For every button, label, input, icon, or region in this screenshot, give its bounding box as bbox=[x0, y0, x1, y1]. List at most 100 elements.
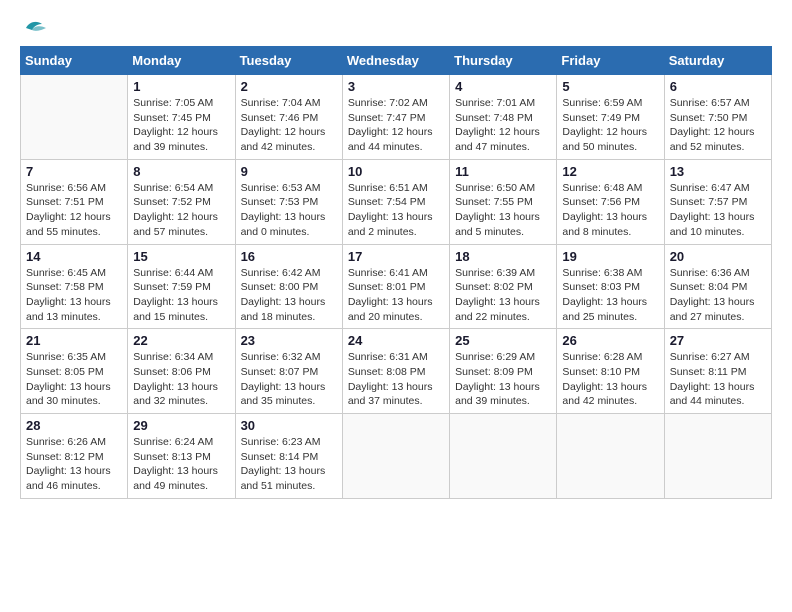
day-info: Sunrise: 6:48 AM Sunset: 7:56 PM Dayligh… bbox=[562, 181, 658, 240]
day-info: Sunrise: 6:34 AM Sunset: 8:06 PM Dayligh… bbox=[133, 350, 229, 409]
calendar-week-row: 14 Sunrise: 6:45 AM Sunset: 7:58 PM Dayli… bbox=[21, 244, 772, 329]
day-info: Sunrise: 7:05 AM Sunset: 7:45 PM Dayligh… bbox=[133, 96, 229, 155]
calendar-cell: 12 Sunrise: 6:48 AM Sunset: 7:56 PM Dayli… bbox=[557, 159, 664, 244]
day-number: 6 bbox=[670, 79, 766, 94]
calendar-cell: 22 Sunrise: 6:34 AM Sunset: 8:06 PM Dayli… bbox=[128, 329, 235, 414]
calendar-cell: 28 Sunrise: 6:26 AM Sunset: 8:12 PM Dayli… bbox=[21, 414, 128, 499]
day-number: 17 bbox=[348, 249, 444, 264]
calendar-cell: 19 Sunrise: 6:38 AM Sunset: 8:03 PM Dayli… bbox=[557, 244, 664, 329]
calendar-cell: 2 Sunrise: 7:04 AM Sunset: 7:46 PM Daylig… bbox=[235, 75, 342, 160]
day-number: 19 bbox=[562, 249, 658, 264]
day-info: Sunrise: 6:26 AM Sunset: 8:12 PM Dayligh… bbox=[26, 435, 122, 494]
day-number: 25 bbox=[455, 333, 551, 348]
day-number: 7 bbox=[26, 164, 122, 179]
logo-bird-icon bbox=[24, 20, 46, 36]
weekday-header: Wednesday bbox=[342, 47, 449, 75]
calendar-cell: 14 Sunrise: 6:45 AM Sunset: 7:58 PM Dayli… bbox=[21, 244, 128, 329]
day-number: 15 bbox=[133, 249, 229, 264]
day-number: 28 bbox=[26, 418, 122, 433]
page-header bbox=[20, 20, 772, 36]
day-info: Sunrise: 7:04 AM Sunset: 7:46 PM Dayligh… bbox=[241, 96, 337, 155]
day-number: 12 bbox=[562, 164, 658, 179]
day-number: 20 bbox=[670, 249, 766, 264]
calendar-cell: 1 Sunrise: 7:05 AM Sunset: 7:45 PM Daylig… bbox=[128, 75, 235, 160]
day-info: Sunrise: 6:36 AM Sunset: 8:04 PM Dayligh… bbox=[670, 266, 766, 325]
calendar-header-row: SundayMondayTuesdayWednesdayThursdayFrid… bbox=[21, 47, 772, 75]
calendar-cell bbox=[450, 414, 557, 499]
day-number: 30 bbox=[241, 418, 337, 433]
day-info: Sunrise: 6:45 AM Sunset: 7:58 PM Dayligh… bbox=[26, 266, 122, 325]
day-number: 29 bbox=[133, 418, 229, 433]
calendar-cell bbox=[342, 414, 449, 499]
calendar-cell: 23 Sunrise: 6:32 AM Sunset: 8:07 PM Dayli… bbox=[235, 329, 342, 414]
weekday-header: Monday bbox=[128, 47, 235, 75]
calendar-cell: 13 Sunrise: 6:47 AM Sunset: 7:57 PM Dayli… bbox=[664, 159, 771, 244]
calendar-week-row: 1 Sunrise: 7:05 AM Sunset: 7:45 PM Daylig… bbox=[21, 75, 772, 160]
day-info: Sunrise: 6:28 AM Sunset: 8:10 PM Dayligh… bbox=[562, 350, 658, 409]
day-number: 18 bbox=[455, 249, 551, 264]
calendar-cell: 6 Sunrise: 6:57 AM Sunset: 7:50 PM Daylig… bbox=[664, 75, 771, 160]
weekday-header: Tuesday bbox=[235, 47, 342, 75]
calendar-cell: 25 Sunrise: 6:29 AM Sunset: 8:09 PM Dayli… bbox=[450, 329, 557, 414]
calendar-cell: 26 Sunrise: 6:28 AM Sunset: 8:10 PM Dayli… bbox=[557, 329, 664, 414]
day-number: 14 bbox=[26, 249, 122, 264]
day-number: 23 bbox=[241, 333, 337, 348]
weekday-header: Sunday bbox=[21, 47, 128, 75]
day-number: 1 bbox=[133, 79, 229, 94]
calendar-week-row: 7 Sunrise: 6:56 AM Sunset: 7:51 PM Daylig… bbox=[21, 159, 772, 244]
weekday-header: Saturday bbox=[664, 47, 771, 75]
day-info: Sunrise: 6:24 AM Sunset: 8:13 PM Dayligh… bbox=[133, 435, 229, 494]
day-number: 10 bbox=[348, 164, 444, 179]
day-info: Sunrise: 6:56 AM Sunset: 7:51 PM Dayligh… bbox=[26, 181, 122, 240]
calendar-cell: 20 Sunrise: 6:36 AM Sunset: 8:04 PM Dayli… bbox=[664, 244, 771, 329]
calendar-cell: 21Sunrise: 6:35 AM Sunset: 8:05 PM Dayli… bbox=[21, 329, 128, 414]
day-info: Sunrise: 7:01 AM Sunset: 7:48 PM Dayligh… bbox=[455, 96, 551, 155]
day-info: Sunrise: 6:57 AM Sunset: 7:50 PM Dayligh… bbox=[670, 96, 766, 155]
day-number: 11 bbox=[455, 164, 551, 179]
calendar-cell: 5 Sunrise: 6:59 AM Sunset: 7:49 PM Daylig… bbox=[557, 75, 664, 160]
calendar-cell: 11 Sunrise: 6:50 AM Sunset: 7:55 PM Dayli… bbox=[450, 159, 557, 244]
calendar-cell: 29 Sunrise: 6:24 AM Sunset: 8:13 PM Dayli… bbox=[128, 414, 235, 499]
day-info: Sunrise: 6:29 AM Sunset: 8:09 PM Dayligh… bbox=[455, 350, 551, 409]
day-number: 5 bbox=[562, 79, 658, 94]
calendar-week-row: 21Sunrise: 6:35 AM Sunset: 8:05 PM Dayli… bbox=[21, 329, 772, 414]
day-number: 24 bbox=[348, 333, 444, 348]
day-info: Sunrise: 6:50 AM Sunset: 7:55 PM Dayligh… bbox=[455, 181, 551, 240]
day-number: 3 bbox=[348, 79, 444, 94]
day-info: Sunrise: 6:54 AM Sunset: 7:52 PM Dayligh… bbox=[133, 181, 229, 240]
day-number: 13 bbox=[670, 164, 766, 179]
day-info: Sunrise: 6:53 AM Sunset: 7:53 PM Dayligh… bbox=[241, 181, 337, 240]
calendar-cell: 7 Sunrise: 6:56 AM Sunset: 7:51 PM Daylig… bbox=[21, 159, 128, 244]
calendar-cell: 17 Sunrise: 6:41 AM Sunset: 8:01 PM Dayli… bbox=[342, 244, 449, 329]
day-number: 4 bbox=[455, 79, 551, 94]
calendar-cell: 24 Sunrise: 6:31 AM Sunset: 8:08 PM Dayli… bbox=[342, 329, 449, 414]
day-info: Sunrise: 6:38 AM Sunset: 8:03 PM Dayligh… bbox=[562, 266, 658, 325]
day-info: Sunrise: 6:39 AM Sunset: 8:02 PM Dayligh… bbox=[455, 266, 551, 325]
calendar-cell: 10 Sunrise: 6:51 AM Sunset: 7:54 PM Dayli… bbox=[342, 159, 449, 244]
logo bbox=[20, 20, 46, 36]
day-info: Sunrise: 6:44 AM Sunset: 7:59 PM Dayligh… bbox=[133, 266, 229, 325]
calendar-week-row: 28 Sunrise: 6:26 AM Sunset: 8:12 PM Dayli… bbox=[21, 414, 772, 499]
calendar-cell: 9Sunrise: 6:53 AM Sunset: 7:53 PM Daylig… bbox=[235, 159, 342, 244]
day-info: Sunrise: 6:47 AM Sunset: 7:57 PM Dayligh… bbox=[670, 181, 766, 240]
day-info: Sunrise: 6:32 AM Sunset: 8:07 PM Dayligh… bbox=[241, 350, 337, 409]
day-number: 22 bbox=[133, 333, 229, 348]
calendar-cell: 15 Sunrise: 6:44 AM Sunset: 7:59 PM Dayli… bbox=[128, 244, 235, 329]
weekday-header: Thursday bbox=[450, 47, 557, 75]
day-info: Sunrise: 6:51 AM Sunset: 7:54 PM Dayligh… bbox=[348, 181, 444, 240]
calendar-table: SundayMondayTuesdayWednesdayThursdayFrid… bbox=[20, 46, 772, 499]
day-number: 8 bbox=[133, 164, 229, 179]
day-number: 16 bbox=[241, 249, 337, 264]
day-info: Sunrise: 6:23 AM Sunset: 8:14 PM Dayligh… bbox=[241, 435, 337, 494]
day-number: 2 bbox=[241, 79, 337, 94]
calendar-cell: 18 Sunrise: 6:39 AM Sunset: 8:02 PM Dayli… bbox=[450, 244, 557, 329]
day-info: Sunrise: 6:35 AM Sunset: 8:05 PM Dayligh… bbox=[26, 350, 122, 409]
day-number: 27 bbox=[670, 333, 766, 348]
day-info: Sunrise: 6:59 AM Sunset: 7:49 PM Dayligh… bbox=[562, 96, 658, 155]
day-info: Sunrise: 6:31 AM Sunset: 8:08 PM Dayligh… bbox=[348, 350, 444, 409]
calendar-cell: 16Sunrise: 6:42 AM Sunset: 8:00 PM Dayli… bbox=[235, 244, 342, 329]
day-number: 26 bbox=[562, 333, 658, 348]
day-info: Sunrise: 6:41 AM Sunset: 8:01 PM Dayligh… bbox=[348, 266, 444, 325]
calendar-cell: 30 Sunrise: 6:23 AM Sunset: 8:14 PM Dayli… bbox=[235, 414, 342, 499]
calendar-cell: 8 Sunrise: 6:54 AM Sunset: 7:52 PM Daylig… bbox=[128, 159, 235, 244]
